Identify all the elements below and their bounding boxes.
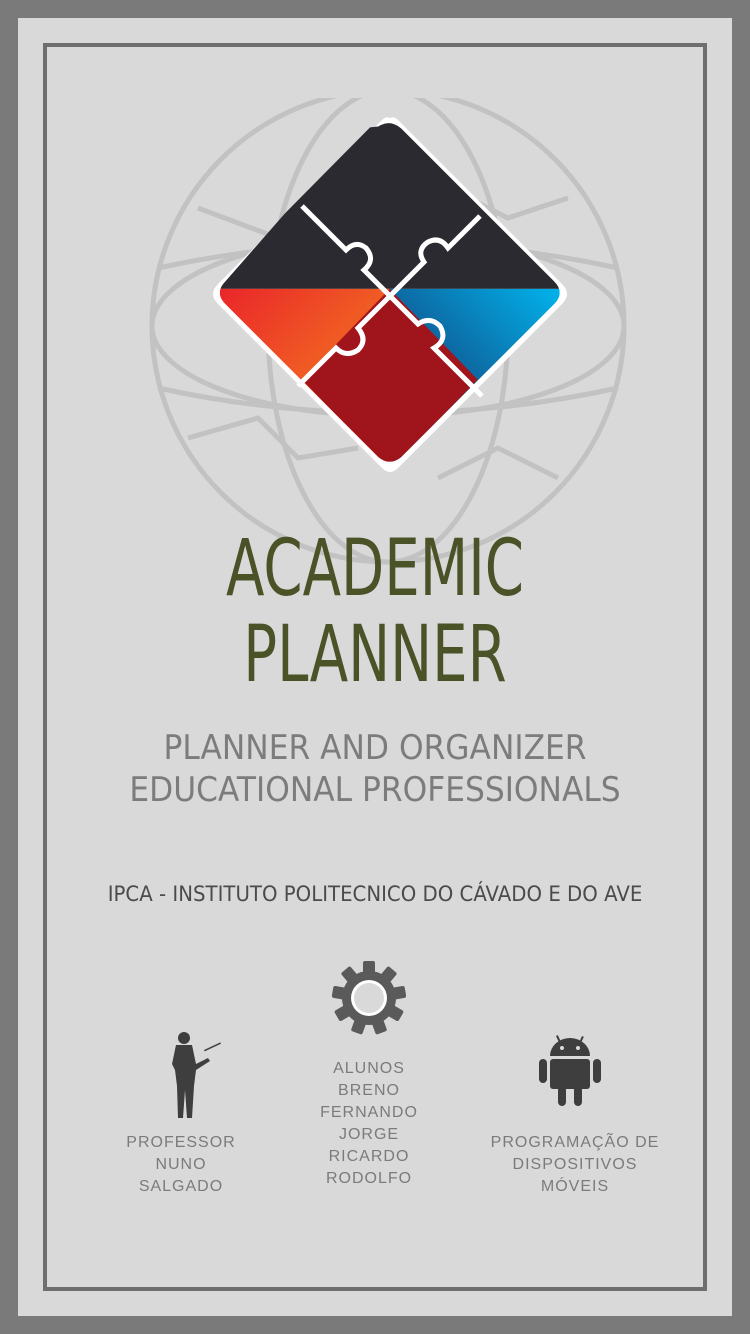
puzzle-piece-top [219,123,560,289]
app-title-line2: PLANNER [243,610,507,700]
course-line: PROGRAMAÇÃO DE [490,1134,660,1151]
students-line: RICARDO [328,1148,410,1165]
students-info: ALUNOS BRENO FERNANDO JORGE RICARDO RODO… [300,1058,438,1190]
professor-line: PROFESSOR [126,1134,236,1151]
app-title-line1: ACADEMIC [225,524,525,614]
students-line: JORGE [338,1126,400,1143]
students-line: FERNANDO [320,1104,418,1121]
subtitle-line1: PLANNER AND ORGANIZER [163,728,587,768]
subtitle-line2: EDUCATIONAL PROFESSIONALS [129,770,621,810]
institution-name: IPCA - INSTITUTO POLITECNICO DO CÁVADO E… [107,882,643,906]
puzzle-logo [149,98,627,565]
gear-icon [332,961,406,1035]
course-line: DISPOSITIVOS [512,1156,638,1173]
students-line: RODOLFO [325,1170,413,1187]
students-line: BRENO [338,1082,400,1099]
course-line: MÓVEIS [540,1178,610,1195]
professor-line: NUNO [155,1156,207,1173]
professor-info: PROFESSOR NUNO SALGADO [106,1132,256,1198]
splash-screen: ACADEMIC PLANNER PLANNER AND ORGANIZER E… [18,18,732,1316]
course-info: PROGRAMAÇÃO DE DISPOSITIVOS MÓVEIS [484,1132,666,1198]
presenter-icon [172,1032,221,1118]
professor-line: SALGADO [138,1178,224,1195]
students-line: ALUNOS [333,1060,405,1077]
android-icon [539,1035,601,1106]
